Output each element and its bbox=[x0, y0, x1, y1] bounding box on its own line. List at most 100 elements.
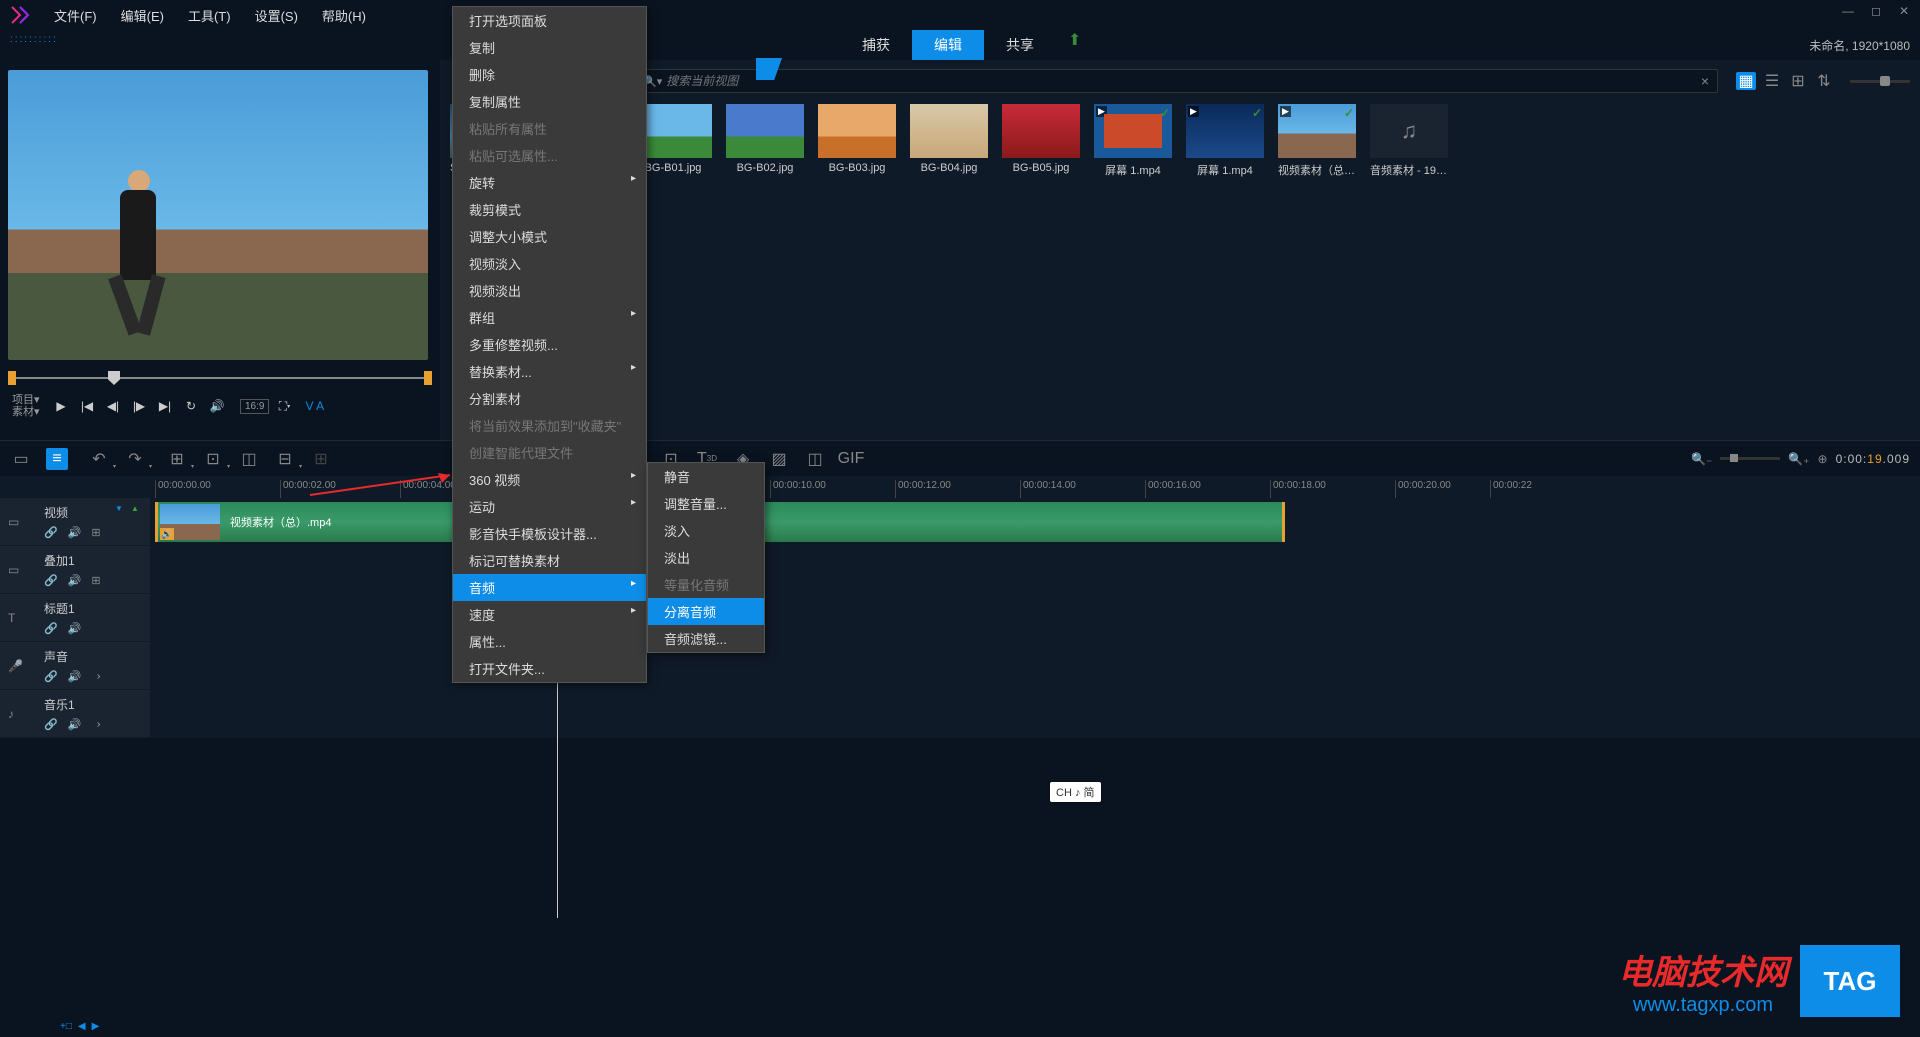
mark-out[interactable] bbox=[424, 371, 432, 385]
preview-scrubber[interactable] bbox=[8, 368, 432, 388]
menu-file[interactable]: 文件(F) bbox=[44, 2, 107, 29]
menu-item[interactable]: 速度 bbox=[453, 601, 646, 628]
menu-item[interactable]: 打开文件夹... bbox=[453, 655, 646, 682]
tool-2-icon[interactable]: ⊡▾ bbox=[202, 448, 224, 470]
menu-item[interactable]: 音频 bbox=[453, 574, 646, 601]
zoom-out-icon[interactable]: 🔍₋ bbox=[1691, 452, 1712, 466]
track-header[interactable]: ▭ 视频 🔗🔊⊞ ▼▲ bbox=[0, 498, 150, 545]
view-grid-icon[interactable]: ▦ bbox=[1736, 72, 1756, 90]
minimize-button[interactable]: — bbox=[1840, 4, 1856, 18]
maximize-button[interactable]: ◻ bbox=[1868, 4, 1884, 18]
expand-button[interactable]: ⛶▾ bbox=[273, 395, 295, 417]
fit-zoom-icon[interactable]: ⊕ bbox=[1818, 452, 1828, 466]
track-content[interactable] bbox=[150, 546, 1920, 593]
end-button[interactable]: ▶| bbox=[154, 395, 176, 417]
upload-icon[interactable]: ⬆ bbox=[1068, 30, 1081, 60]
zoom-in-icon[interactable]: 🔍₊ bbox=[1788, 452, 1809, 466]
search-clear[interactable]: × bbox=[1701, 73, 1709, 89]
media-item[interactable]: BG-B05.jpg bbox=[1002, 104, 1080, 178]
playhead-marker[interactable] bbox=[108, 371, 120, 385]
media-item[interactable]: BG-B03.jpg bbox=[818, 104, 896, 178]
scroll-right-icon[interactable]: ▶ bbox=[92, 1021, 100, 1032]
home-button[interactable]: |◀ bbox=[76, 395, 98, 417]
tool-1-icon[interactable]: ⊞▾ bbox=[166, 448, 188, 470]
timeline-view-icon[interactable]: ≡ bbox=[46, 448, 68, 470]
effect-3-icon[interactable]: ◫ bbox=[804, 448, 826, 470]
submenu-item[interactable]: 淡入 bbox=[648, 517, 764, 544]
menu-item[interactable]: 群组 bbox=[453, 304, 646, 331]
menu-tools[interactable]: 工具(T) bbox=[178, 2, 241, 29]
undo-button[interactable]: ↶▾ bbox=[88, 448, 110, 470]
loop-button[interactable]: ↻ bbox=[180, 395, 202, 417]
track-content[interactable]: 🔊视频素材（总）.mp4 bbox=[150, 498, 1920, 545]
menu-settings[interactable]: 设置(S) bbox=[245, 2, 308, 29]
redo-button[interactable]: ↷▾ bbox=[124, 448, 146, 470]
storyboard-view-icon[interactable]: ▭ bbox=[10, 448, 32, 470]
menu-item[interactable]: 删除 bbox=[453, 61, 646, 88]
menu-item[interactable]: 复制 bbox=[453, 34, 646, 61]
menu-item[interactable]: 调整大小模式 bbox=[453, 223, 646, 250]
mark-in[interactable] bbox=[8, 371, 16, 385]
tab-capture[interactable]: 捕获 bbox=[840, 30, 912, 60]
menu-item[interactable]: 旋转 bbox=[453, 169, 646, 196]
preview-viewport[interactable] bbox=[8, 70, 428, 360]
tab-edit[interactable]: 编辑 bbox=[912, 30, 984, 60]
submenu-item[interactable]: 静音 bbox=[648, 463, 764, 490]
library-panel: 📁₊ ☼ ▭ ▣ ♫ 🔍▾ × ▦ ☰ ⊞ ⇅ ▶Sample_360.m...… bbox=[440, 60, 1920, 440]
play-button[interactable]: ▶ bbox=[50, 395, 72, 417]
tool-3-icon[interactable]: ◫ bbox=[238, 448, 260, 470]
menu-item[interactable]: 多重修整视频... bbox=[453, 331, 646, 358]
menu-item[interactable]: 分割素材 bbox=[453, 385, 646, 412]
track-content[interactable] bbox=[150, 642, 1920, 689]
track-add-icon[interactable]: +□ bbox=[60, 1021, 72, 1032]
sort-icon[interactable]: ⇅ bbox=[1814, 72, 1834, 90]
track-row-title: T 标题1 🔗🔊 bbox=[0, 594, 1920, 642]
track-header[interactable]: ♪ 音乐1 🔗🔊⌃ bbox=[0, 690, 150, 737]
menu-item[interactable]: 打开选项面板 bbox=[453, 7, 646, 34]
track-header[interactable]: 🎤 声音 🔗🔊⌃ bbox=[0, 642, 150, 689]
timeline-ruler[interactable]: 00:00:00.0000:00:02.0000:00:04.0000:00:1… bbox=[0, 476, 1920, 498]
menu-item[interactable]: 标记可替换素材 bbox=[453, 547, 646, 574]
submenu-item[interactable]: 分离音频 bbox=[648, 598, 764, 625]
tab-share[interactable]: 共享 bbox=[984, 30, 1056, 60]
menu-item[interactable]: 运动 bbox=[453, 493, 646, 520]
submenu-item: 等量化音频 bbox=[648, 571, 764, 598]
menu-item[interactable]: 影音快手模板设计器... bbox=[453, 520, 646, 547]
menu-item[interactable]: 裁剪模式 bbox=[453, 196, 646, 223]
media-item[interactable]: ▶✓屏幕 1.mp4 bbox=[1186, 104, 1264, 178]
thumbnail-zoom-slider[interactable] bbox=[1850, 80, 1910, 83]
tool-4-icon[interactable]: ⊟▾ bbox=[274, 448, 296, 470]
effect-2-icon[interactable]: ▨ bbox=[768, 448, 790, 470]
media-item[interactable]: BG-B04.jpg bbox=[910, 104, 988, 178]
media-item[interactable]: BG-B02.jpg bbox=[726, 104, 804, 178]
menu-item[interactable]: 360 视频 bbox=[453, 466, 646, 493]
submenu-item[interactable]: 淡出 bbox=[648, 544, 764, 571]
menu-item[interactable]: 视频淡出 bbox=[453, 277, 646, 304]
track-content[interactable] bbox=[150, 594, 1920, 641]
aspect-ratio-badge[interactable]: 16:9 bbox=[240, 399, 269, 414]
track-header[interactable]: T 标题1 🔗🔊 bbox=[0, 594, 150, 641]
menu-item[interactable]: 复制属性 bbox=[453, 88, 646, 115]
menu-item[interactable]: 替换素材... bbox=[453, 358, 646, 385]
media-item[interactable]: 音频素材 - 196... bbox=[1370, 104, 1448, 178]
menu-edit[interactable]: 编辑(E) bbox=[111, 2, 174, 29]
gif-icon[interactable]: GIF bbox=[840, 448, 862, 470]
close-button[interactable]: ✕ bbox=[1896, 4, 1912, 18]
menu-item[interactable]: 属性... bbox=[453, 628, 646, 655]
view-list-icon[interactable]: ☰ bbox=[1762, 72, 1782, 90]
panel-drag-handle[interactable]: :::::::::: bbox=[10, 34, 58, 45]
volume-button[interactable]: 🔊 bbox=[206, 395, 228, 417]
scroll-left-icon[interactable]: ◀ bbox=[78, 1021, 86, 1032]
track-content[interactable] bbox=[150, 690, 1920, 737]
submenu-item[interactable]: 调整音量... bbox=[648, 490, 764, 517]
menu-help[interactable]: 帮助(H) bbox=[312, 2, 376, 29]
view-detail-icon[interactable]: ⊞ bbox=[1788, 72, 1808, 90]
submenu-item[interactable]: 音频滤镜... bbox=[648, 625, 764, 652]
media-item[interactable]: ▶✓视频素材（总）... bbox=[1278, 104, 1356, 178]
search-input[interactable] bbox=[666, 74, 1701, 88]
media-item[interactable]: ▶✓屏幕 1.mp4 bbox=[1094, 104, 1172, 178]
next-frame-button[interactable]: |▶ bbox=[128, 395, 150, 417]
track-header[interactable]: ▭ 叠加1 🔗🔊⊞ bbox=[0, 546, 150, 593]
prev-frame-button[interactable]: ◀| bbox=[102, 395, 124, 417]
menu-item[interactable]: 视频淡入 bbox=[453, 250, 646, 277]
